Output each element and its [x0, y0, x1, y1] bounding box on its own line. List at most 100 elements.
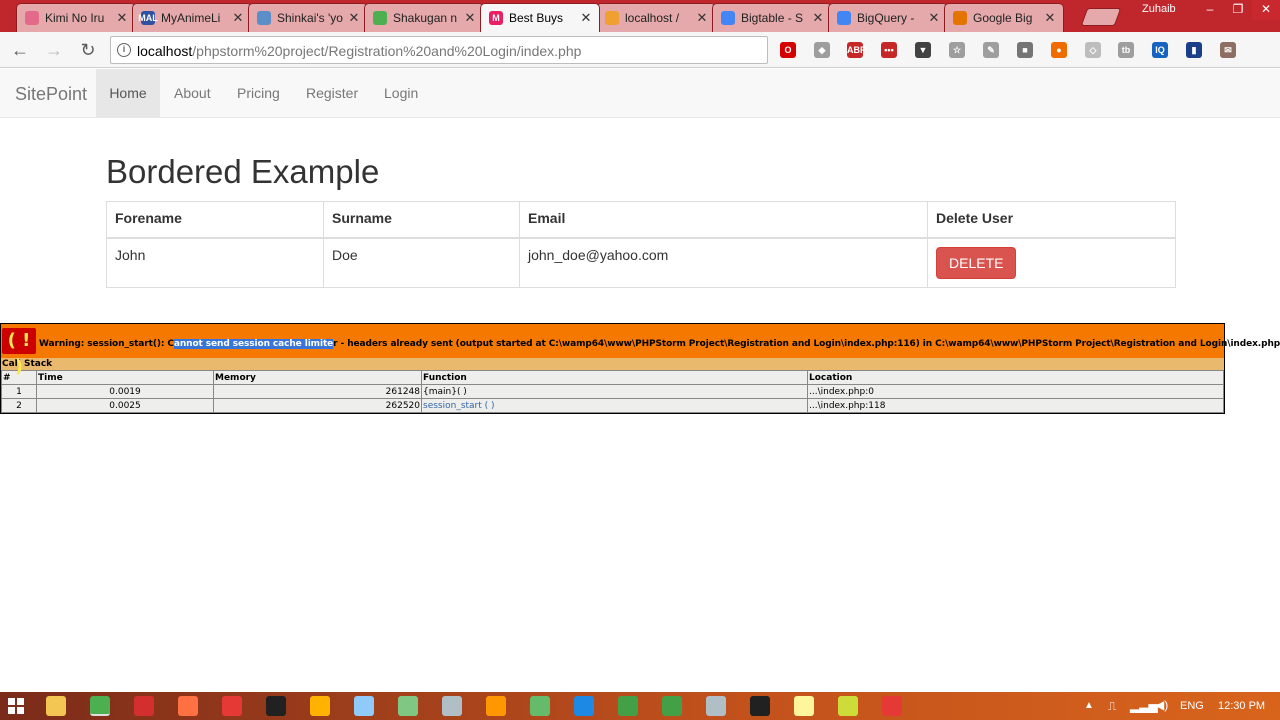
recorder-icon[interactable] — [882, 696, 902, 716]
tb-icon[interactable]: tb — [1118, 42, 1134, 58]
restore-icon[interactable]: ❐ — [1224, 0, 1252, 20]
volume-icon[interactable]: ◀) — [1155, 698, 1168, 712]
tools-icon[interactable] — [442, 696, 462, 716]
chrome-icon[interactable] — [90, 696, 110, 716]
file-explorer-icon[interactable] — [46, 696, 66, 716]
tab-title: Shinkai's 'yo — [277, 11, 343, 25]
forward-arrow-icon[interactable]: → — [43, 39, 65, 61]
reload-icon[interactable]: ↻ — [77, 39, 99, 61]
star-icon[interactable]: ☆ — [949, 42, 965, 58]
minimize-icon[interactable]: – — [1196, 0, 1224, 20]
info-icon[interactable]: i — [117, 43, 131, 57]
tab-title: MyAnimeLi — [161, 11, 221, 25]
tab-1[interactable]: MAL MyAnimeLi ✕ — [132, 3, 252, 32]
cell-email: john_doe@yahoo.com — [519, 237, 928, 288]
call-stack-table: # Time Memory Function Location 1 0.0019… — [1, 370, 1224, 413]
col-memory: Memory — [213, 370, 422, 385]
vivaldi-icon[interactable] — [134, 696, 154, 716]
tab-0[interactable]: Kimi No Iru ✕ — [16, 3, 136, 32]
cube-icon[interactable]: ■ — [1017, 42, 1033, 58]
warning-text-end: r - headers already sent (output started… — [333, 339, 1280, 349]
pdf-icon[interactable]: ✉ — [1220, 42, 1236, 58]
url-text[interactable]: localhost/phpstorm%20project/Registratio… — [137, 43, 581, 59]
new-tab-button[interactable] — [1080, 8, 1122, 26]
tray-chevron-icon[interactable]: ▲ — [1084, 700, 1094, 711]
tab-close-icon[interactable]: ✕ — [231, 10, 245, 26]
tab-close-icon[interactable]: ✕ — [579, 10, 593, 26]
column-header-delete: Delete User — [927, 201, 1176, 239]
notepad-icon[interactable] — [794, 696, 814, 716]
tab-close-icon[interactable]: ✕ — [115, 10, 129, 26]
tray-device-icon[interactable]: ⎍ — [1108, 699, 1116, 714]
language-indicator[interactable]: ENG — [1180, 700, 1204, 712]
photos-icon[interactable] — [354, 696, 374, 716]
tag-icon[interactable]: ◇ — [1085, 42, 1101, 58]
browser-tab-strip: Kimi No Iru ✕ MAL MyAnimeLi ✕ Shinkai's 'yo ✕ S… — [0, 0, 1280, 32]
users-table: Forename Surname Email Delete User John … — [106, 201, 1176, 288]
windows-taskbar: ▲ ⎍ ▂▃▅ ◀) ENG 12:30 PM — [0, 692, 1280, 720]
warning-message[interactable]: Warning: session_start(): Cannot send se… — [39, 339, 1280, 349]
close-window-icon[interactable]: ✕ — [1252, 0, 1280, 20]
row-memory: 262520 — [213, 398, 422, 413]
utorrent-icon[interactable] — [530, 696, 550, 716]
selected-text[interactable]: annot send session cache limite — [173, 339, 333, 349]
warning-icon: ( ! ) — [2, 328, 36, 377]
tab-close-icon[interactable]: ✕ — [811, 10, 825, 26]
cell-delete: DELETE — [927, 237, 1176, 288]
vlc-icon[interactable] — [486, 696, 506, 716]
opera-icon[interactable]: O — [780, 42, 796, 58]
nav-home[interactable]: Home — [96, 69, 160, 117]
globe-icon[interactable] — [618, 696, 638, 716]
tab-6[interactable]: Bigtable - S ✕ — [712, 3, 832, 32]
cloud-icon[interactable] — [398, 696, 418, 716]
adblock-icon[interactable]: ABP — [847, 42, 866, 58]
network-icon[interactable] — [706, 696, 726, 716]
nav-login[interactable]: Login — [370, 69, 432, 117]
camtasia-icon[interactable] — [662, 696, 682, 716]
bookmark-icon[interactable]: ▮ — [1186, 42, 1202, 58]
cell-forename: John — [106, 237, 324, 288]
lastpass-icon[interactable]: ••• — [881, 42, 897, 58]
tab-8[interactable]: Google Big ✕ — [944, 3, 1064, 32]
cmd-icon[interactable] — [266, 696, 286, 716]
row-function: {main}( ) — [421, 384, 808, 399]
url-host: localhost — [137, 43, 193, 59]
call-stack-label: Call Stack — [1, 358, 1224, 370]
warning-text-start: Warning: session_start(): C — [39, 339, 174, 349]
tab-2[interactable]: Shinkai's 'yo ✕ — [248, 3, 368, 32]
address-bar[interactable]: i localhost/phpstorm%20project/Registrat… — [110, 36, 768, 64]
shield-icon[interactable]: ◆ — [814, 42, 830, 58]
iq-icon[interactable]: IQ — [1152, 42, 1168, 58]
tab-close-icon[interactable]: ✕ — [463, 10, 477, 26]
back-arrow-icon[interactable]: ← — [9, 39, 31, 61]
tab-close-icon[interactable]: ✕ — [347, 10, 361, 26]
network-signal-icon[interactable]: ▂▃▅ — [1130, 699, 1158, 713]
nav-register[interactable]: Register — [292, 69, 372, 117]
fire-icon[interactable]: ● — [1051, 42, 1067, 58]
nav-about[interactable]: About — [160, 69, 225, 117]
tab-close-icon[interactable]: ✕ — [695, 10, 709, 26]
pocket-icon[interactable]: ▼ — [915, 42, 931, 58]
opera-icon[interactable] — [222, 696, 242, 716]
delete-button[interactable]: DELETE — [936, 246, 1017, 279]
tab-close-icon[interactable]: ✕ — [1043, 10, 1057, 26]
tab-list: Kimi No Iru ✕ MAL MyAnimeLi ✕ Shinkai's 'yo ✕ S… — [16, 3, 1064, 32]
feather-icon[interactable]: ✎ — [983, 42, 999, 58]
function-link[interactable]: session_start ( ) — [421, 398, 808, 413]
tab-close-icon[interactable]: ✕ — [927, 10, 941, 26]
tab-4[interactable]: M Best Buys ✕ — [480, 3, 600, 32]
nav-pricing[interactable]: Pricing — [223, 69, 294, 117]
firefox-icon[interactable] — [178, 696, 198, 716]
tab-3[interactable]: Shakugan n ✕ — [364, 3, 484, 32]
tab-7[interactable]: BigQuery - ✕ — [828, 3, 948, 32]
tab-title: Best Buys — [509, 11, 564, 25]
tab-5[interactable]: localhost / ✕ — [596, 3, 716, 32]
windows-start-icon[interactable] — [8, 698, 24, 714]
navbar-brand[interactable]: SitePoint — [15, 84, 87, 105]
capture-icon[interactable] — [838, 696, 858, 716]
profile-name[interactable]: Zuhaib — [1142, 3, 1176, 15]
phpstorm-icon[interactable] — [750, 696, 770, 716]
flag-icon[interactable] — [574, 696, 594, 716]
media-icon[interactable] — [310, 696, 330, 716]
clock[interactable]: 12:30 PM — [1218, 700, 1265, 712]
